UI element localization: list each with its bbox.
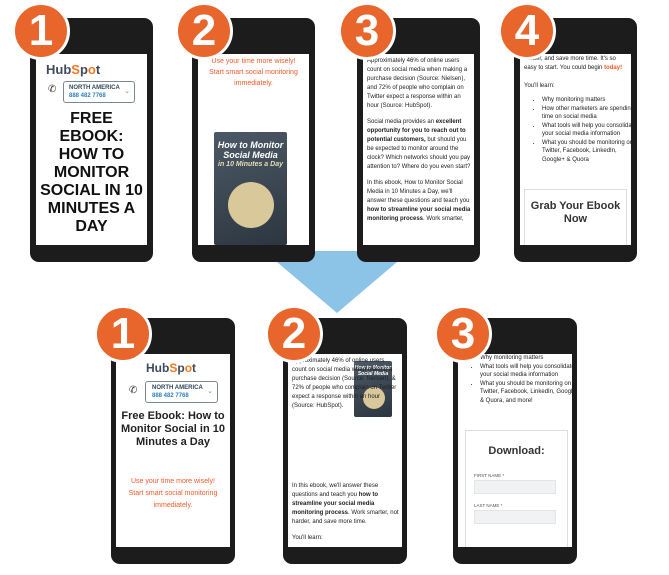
tagline-line1: Use your time more wisely! xyxy=(130,478,216,485)
step-badge-3: 3 xyxy=(338,2,396,60)
list-item: Why monitoring matters xyxy=(542,96,631,105)
region-select[interactable]: NORTH AMERICA 888 482 7768 ⌄ xyxy=(63,81,135,103)
learn-list: Why monitoring mattersHow other marketer… xyxy=(530,96,631,164)
ebook-cover: How to Monitor Social Media in 10 Minute… xyxy=(214,132,287,245)
list-item: What tools will help you consolidate you… xyxy=(480,363,572,380)
region-select[interactable]: NORTH AMERICA 888 482 7768 ⌄ xyxy=(145,381,218,403)
ebook-subtitle: in 10 Minutes a Day xyxy=(218,161,283,168)
learn-heading: You'll learn: xyxy=(292,535,323,541)
cta-box: Grab Your Ebook Now xyxy=(524,189,627,245)
phone-number: 888 482 7768 xyxy=(152,393,189,399)
phone-top-3-screen: Approximately 46% of online users count … xyxy=(363,54,474,245)
list-item: What tools will help you consolidate you… xyxy=(542,122,631,139)
chevron-down-icon: ⌄ xyxy=(207,388,213,395)
page-title: FREE EBOOK: HOW TO MONITOR SOCIAL IN 10 … xyxy=(40,110,143,235)
page-title: Free Ebook: How to Monitor Social in 10 … xyxy=(121,410,225,448)
list-item: What you should be monitoring on Twitter… xyxy=(542,139,631,165)
phone-top-2-screen: Use your time more wisely! Start smart s… xyxy=(198,54,309,245)
tagline: Use your time more wisely! Start smart s… xyxy=(202,56,305,89)
content-text: Approximately 46% of online users count … xyxy=(292,357,400,411)
tagline-line2: Start smart social monitoring immediatel… xyxy=(209,69,298,87)
step-badge-2: 2 xyxy=(175,2,233,60)
learn-list: Why monitoring mattersWhat tools will he… xyxy=(468,354,572,405)
content-text: Approximately 46% of online users count … xyxy=(367,57,471,224)
tagline-line1: Use your time more wisely! xyxy=(211,58,296,65)
phone-bottom-3-screen: Why monitoring mattersWhat tools will he… xyxy=(458,354,572,547)
region-label: NORTH AMERICA xyxy=(69,85,120,91)
chevron-down-icon: ⌄ xyxy=(124,88,130,95)
ebook-title: How to Monitor Social Media xyxy=(217,140,284,160)
paragraph-1: Approximately 46% of online users count … xyxy=(292,358,397,409)
phone-top-4-screen: harder, and save more time. It's so easy… xyxy=(520,54,631,245)
phone-top-1-screen: HubSpot ✆ NORTH AMERICA 888 482 7768 ⌄ F… xyxy=(36,54,147,245)
paragraph-2: Social media provides an excellent oppor… xyxy=(367,119,471,170)
hubspot-logo: HubSpot xyxy=(46,62,101,77)
ebook-illustration xyxy=(228,182,274,228)
last-name-field[interactable] xyxy=(474,510,556,524)
paragraph-1: Approximately 46% of online users count … xyxy=(367,58,468,109)
learn-heading: You'll learn: xyxy=(524,83,555,89)
step-badge-1: 1 xyxy=(94,305,152,363)
list-item: Why monitoring matters xyxy=(480,354,572,363)
region-label: NORTH AMERICA xyxy=(152,385,203,391)
cta-heading: Grab Your Ebook Now xyxy=(530,200,621,225)
last-name-label: LAST NAME * xyxy=(474,503,503,508)
first-name-label: FIRST NAME * xyxy=(474,473,505,478)
phone-icon: ✆ xyxy=(48,84,57,95)
step-badge-4: 4 xyxy=(498,2,556,60)
hubspot-logo: HubSpot xyxy=(146,361,197,375)
phone-bottom-2-screen: How to Monitor Social Media Approximatel… xyxy=(288,354,402,547)
list-item: How other marketers are spending time on… xyxy=(542,105,631,122)
step-badge-3: 3 xyxy=(434,305,492,363)
phone-number: 888 482 7768 xyxy=(69,93,106,99)
list-item: What you should be monitoring on Twitter… xyxy=(480,380,572,406)
form-heading: Download: xyxy=(488,445,545,457)
paragraph-2: In this ebook, we'll answer these questi… xyxy=(292,483,399,525)
phone-icon: ✆ xyxy=(129,385,138,396)
step-badge-1: 1 xyxy=(12,2,70,60)
tagline-line2: Start smart social monitoring immediatel… xyxy=(128,490,218,509)
tagline: Use your time more wisely! Start smart s… xyxy=(119,476,227,512)
download-form: Download: FIRST NAME * LAST NAME * xyxy=(465,430,568,547)
step-badge-2: 2 xyxy=(265,305,323,363)
intro-text: harder, and save more time. It's so easy… xyxy=(524,56,623,71)
paragraph-3: In this ebook, How to Monitor Social Med… xyxy=(367,180,471,222)
phone-bottom-1-screen: HubSpot ✆ NORTH AMERICA 888 482 7768 ⌄ F… xyxy=(116,354,230,547)
first-name-field[interactable] xyxy=(474,480,556,494)
